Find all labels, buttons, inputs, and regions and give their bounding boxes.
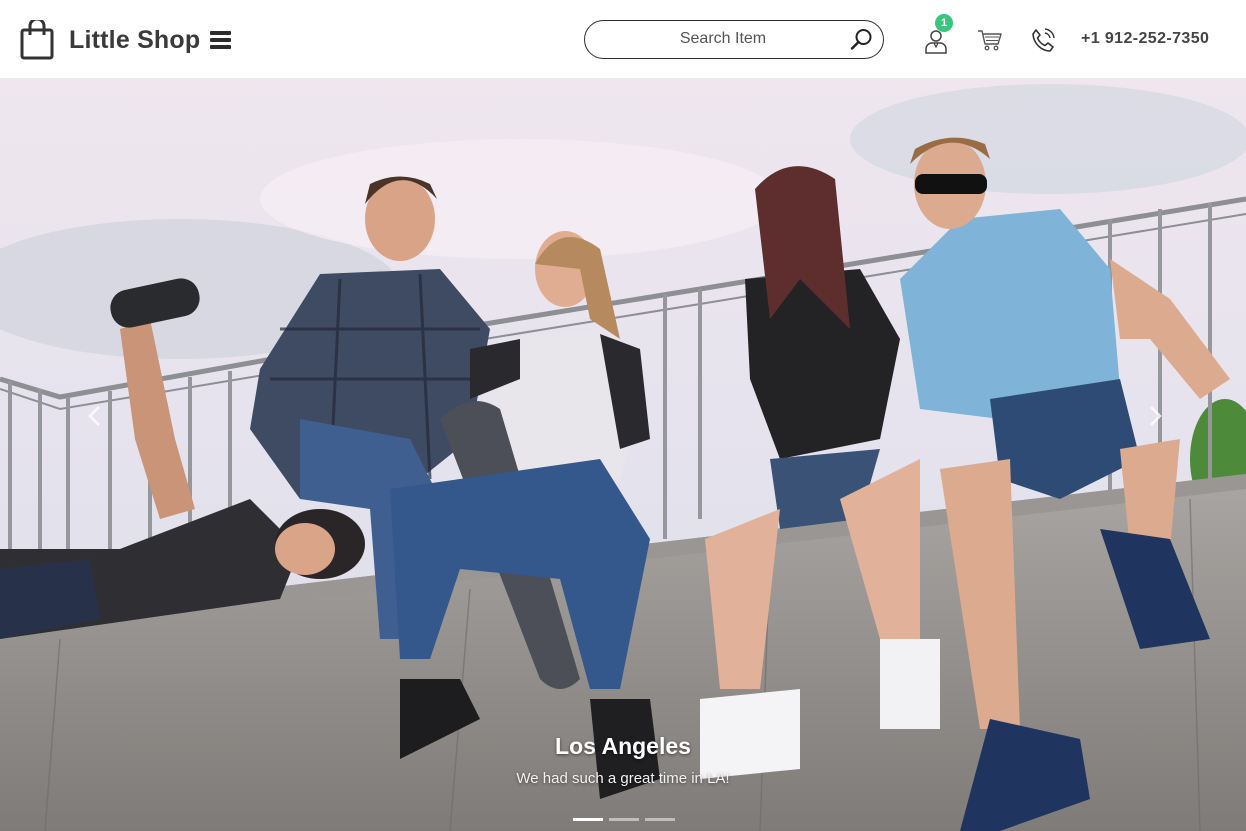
carousel-indicators: [573, 818, 681, 821]
phone-call-icon[interactable]: [1030, 27, 1056, 53]
cart-icon[interactable]: [977, 28, 1003, 52]
carousel-next-icon[interactable]: [1140, 401, 1170, 431]
shopping-bag-icon: [20, 20, 54, 60]
hero-slide-image: [0, 79, 1246, 831]
hero-carousel: Los Angeles We had such a great time in …: [0, 79, 1246, 831]
carousel-indicator[interactable]: [645, 818, 675, 821]
site-header: Little Shop 1 +1 912-252-7350: [0, 0, 1246, 79]
carousel-indicator[interactable]: [609, 818, 639, 821]
slide-caption-title: Los Angeles: [555, 733, 691, 759]
phone-number[interactable]: +1 912-252-7350: [1081, 30, 1209, 48]
search-input[interactable]: [599, 21, 847, 57]
account-notification-badge: 1: [935, 14, 953, 32]
brand-name: Little Shop: [69, 25, 201, 54]
carousel-indicator[interactable]: [573, 818, 603, 821]
search-icon[interactable]: [850, 28, 873, 51]
carousel-prev-icon[interactable]: [80, 401, 110, 431]
brand-logo-link[interactable]: Little Shop: [20, 20, 200, 60]
slide-caption-text: We had such a great time in LA!: [516, 770, 730, 787]
search-form: [584, 20, 884, 59]
hamburger-menu-icon[interactable]: [208, 29, 234, 51]
